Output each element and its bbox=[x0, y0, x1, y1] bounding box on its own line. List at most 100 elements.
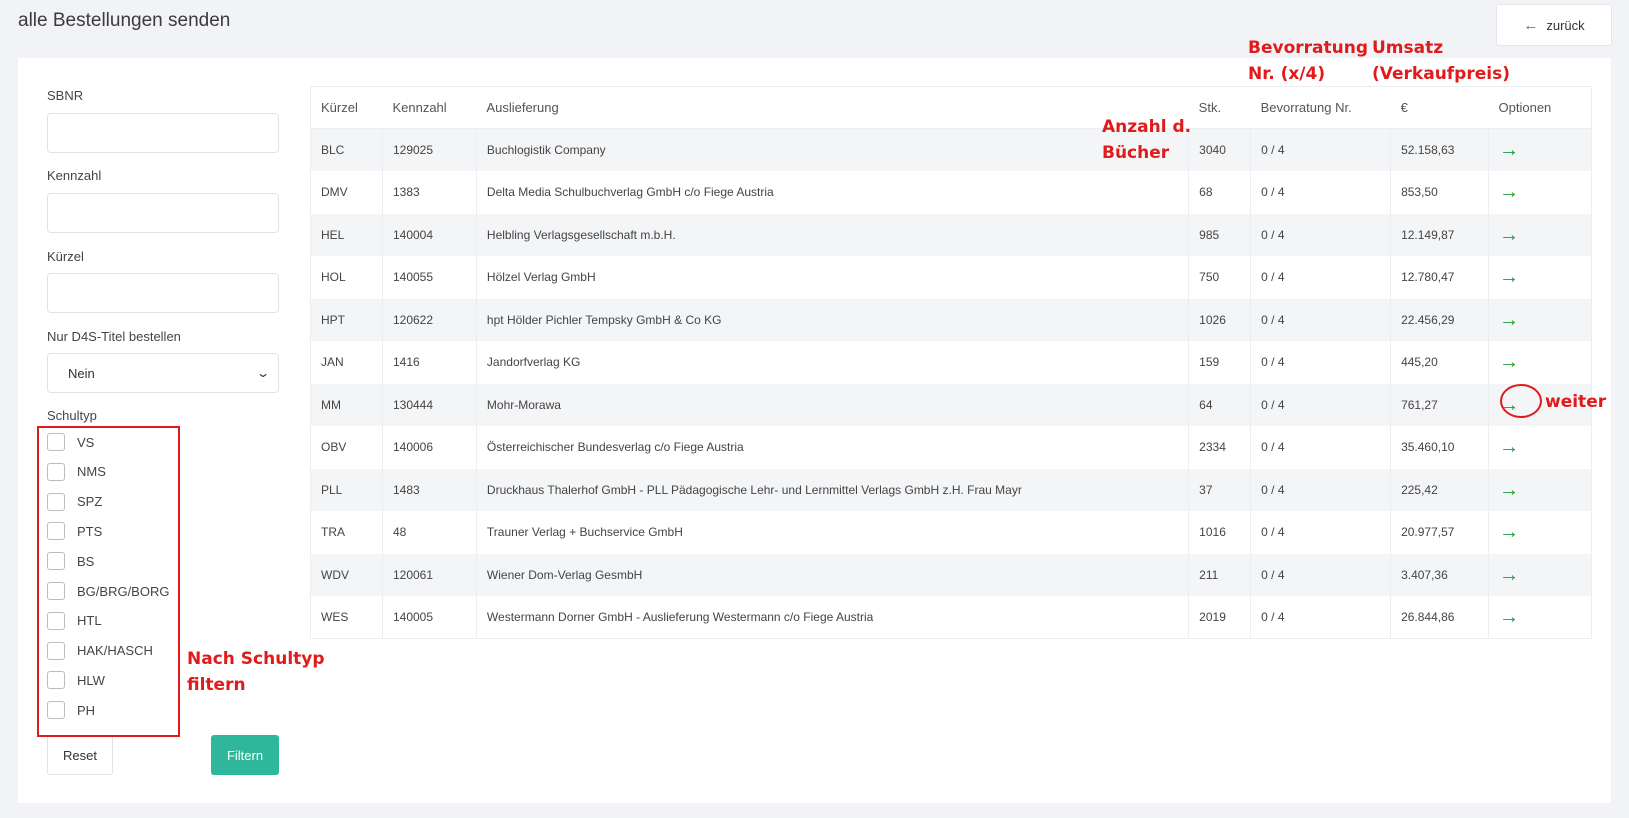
arrow-right-icon[interactable]: → bbox=[1499, 225, 1519, 245]
table-cell: 750 bbox=[1188, 256, 1252, 299]
options-cell: → bbox=[1489, 171, 1592, 214]
schultyp-label: Schultyp bbox=[47, 408, 97, 423]
annotation-schultyp-line1: Nach Schultyp bbox=[187, 649, 325, 669]
column-header: Optionen bbox=[1488, 86, 1592, 129]
table-cell: BLC bbox=[310, 128, 383, 171]
annotation-schultyp-line2: filtern bbox=[187, 675, 246, 695]
table-cell: 12.780,47 bbox=[1390, 256, 1490, 299]
annotation-umsatz-line1: Umsatz bbox=[1372, 38, 1444, 58]
table-cell: Westermann Dorner GmbH - Auslieferung We… bbox=[476, 596, 1190, 639]
arrow-right-icon[interactable]: → bbox=[1499, 607, 1519, 627]
options-cell: → bbox=[1489, 469, 1592, 512]
page-title: alle Bestellungen senden bbox=[18, 10, 231, 31]
options-cell: → bbox=[1489, 341, 1592, 384]
table-cell: 140004 bbox=[382, 213, 477, 256]
arrow-right-icon[interactable]: → bbox=[1499, 437, 1519, 457]
annotation-bevorratung-line1: Bevorratung bbox=[1248, 38, 1368, 58]
table-cell: 853,50 bbox=[1390, 171, 1490, 214]
table-cell: 140055 bbox=[382, 256, 477, 299]
table-cell: 0 / 4 bbox=[1250, 511, 1392, 554]
arrow-right-icon[interactable]: → bbox=[1499, 140, 1519, 160]
table-row: OBV 140006 Österreichischer Bundesverlag c… bbox=[310, 426, 1592, 469]
table-cell: 1026 bbox=[1188, 298, 1252, 341]
d4s-select[interactable]: Nein ⌄ bbox=[47, 353, 279, 393]
table-row: WES 140005 Westermann Dorner GmbH - Auslie… bbox=[310, 596, 1592, 639]
table-cell: 445,20 bbox=[1390, 341, 1490, 384]
options-cell: → bbox=[1489, 214, 1592, 257]
table-row: HOL 140055 Hölzel Verlag GmbH 750 0 / 4 12.78… bbox=[310, 256, 1592, 299]
filter-button[interactable]: Filtern bbox=[211, 735, 279, 775]
arrow-right-icon[interactable]: → bbox=[1499, 310, 1519, 330]
table-cell: Österreichischer Bundesverlag c/o Fiege … bbox=[476, 426, 1190, 469]
annotation-bevorratung: Bevorratung Nr. (x/4) bbox=[1248, 35, 1368, 87]
chevron-down-icon: ⌄ bbox=[255, 366, 271, 380]
arrow-right-icon[interactable]: → bbox=[1499, 267, 1519, 287]
reset-button[interactable]: Reset bbox=[47, 735, 113, 775]
back-label: zurück bbox=[1546, 17, 1585, 33]
table-cell: 0 / 4 bbox=[1250, 341, 1392, 384]
options-cell: → bbox=[1489, 426, 1592, 469]
schultyp-annotation-box bbox=[37, 426, 180, 737]
table-cell: PLL bbox=[310, 468, 383, 511]
table-cell: Jandorfverlag KG bbox=[476, 341, 1190, 384]
table-cell: 140006 bbox=[382, 426, 477, 469]
table-cell: 0 / 4 bbox=[1250, 383, 1392, 426]
annotation-anzahl-line2: Bücher bbox=[1102, 143, 1170, 163]
kuerzel-label: Kürzel bbox=[47, 249, 84, 264]
table-cell: 26.844,86 bbox=[1390, 596, 1490, 639]
table-cell: WES bbox=[310, 596, 383, 639]
table-cell: Buchlogistik Company bbox=[476, 128, 1190, 171]
column-header: Stk. bbox=[1188, 86, 1251, 129]
table-cell: 120622 bbox=[382, 298, 477, 341]
arrow-left-icon: ← bbox=[1523, 16, 1539, 34]
table-row: TRA 48 Trauner Verlag + Buchservice GmbH 10… bbox=[310, 511, 1592, 554]
orders-table: Kürzel Kennzahl Auslieferung Stk. Bevorratun… bbox=[310, 86, 1592, 639]
table-cell: 3040 bbox=[1188, 128, 1252, 171]
table-row: PLL 1483 Druckhaus Thalerhof GmbH - PLL Pä… bbox=[310, 468, 1592, 512]
options-cell: → bbox=[1489, 511, 1592, 554]
annotation-schultyp: Nach Schultyp filtern bbox=[187, 646, 325, 698]
table-row: MM 130444 Mohr-Morawa 64 0 / 4 761,27 → bbox=[310, 383, 1592, 426]
table-cell: HPT bbox=[310, 298, 383, 341]
table-cell: DMV bbox=[310, 171, 383, 214]
table-row: JAN 1416 Jandorfverlag KG 159 0 / 4 445,20 → bbox=[310, 341, 1592, 384]
kuerzel-input[interactable] bbox=[47, 273, 279, 313]
table-cell: HOL bbox=[310, 256, 383, 299]
annotation-bevorratung-line2: Nr. (x/4) bbox=[1248, 64, 1326, 84]
column-header: € bbox=[1390, 86, 1489, 129]
d4s-label: Nur D4S-Titel bestellen bbox=[47, 329, 181, 344]
table-cell: Druckhaus Thalerhof GmbH - PLL Pädagogis… bbox=[476, 468, 1190, 511]
table-cell: 1383 bbox=[382, 171, 477, 214]
table-row: HEL 140004 Helbling Verlagsgesellschaft m.… bbox=[310, 213, 1592, 257]
sbnr-input[interactable] bbox=[47, 113, 279, 153]
table-cell: 2019 bbox=[1188, 596, 1252, 639]
table-cell: 225,42 bbox=[1390, 468, 1490, 511]
table-cell: 1483 bbox=[382, 468, 477, 511]
arrow-right-icon[interactable]: → bbox=[1499, 352, 1519, 372]
table-cell: MM bbox=[310, 383, 383, 426]
table-cell: OBV bbox=[310, 426, 383, 469]
table-cell: 1016 bbox=[1188, 511, 1252, 554]
arrow-right-icon[interactable]: → bbox=[1499, 565, 1519, 585]
table-cell: 0 / 4 bbox=[1250, 426, 1392, 469]
table-cell: 12.149,87 bbox=[1390, 213, 1490, 256]
arrow-right-icon[interactable]: → bbox=[1499, 182, 1519, 202]
table-cell: 129025 bbox=[382, 128, 477, 171]
annotation-weiter: weiter bbox=[1545, 392, 1607, 412]
table-cell: 0 / 4 bbox=[1250, 256, 1392, 299]
arrow-right-icon[interactable]: → bbox=[1499, 480, 1519, 500]
table-cell: Mohr-Morawa bbox=[476, 383, 1190, 426]
table-cell: 20.977,57 bbox=[1390, 511, 1490, 554]
back-button[interactable]: ← zurück bbox=[1496, 4, 1612, 46]
table-cell: 68 bbox=[1188, 171, 1252, 214]
table-cell: 48 bbox=[382, 511, 477, 554]
sbnr-label: SBNR bbox=[47, 88, 84, 103]
table-row: BLC 129025 Buchlogistik Company 3040 0 / 4 52… bbox=[310, 128, 1592, 171]
options-cell: → bbox=[1489, 256, 1592, 299]
options-cell: → bbox=[1489, 554, 1592, 597]
column-header: Auslieferung bbox=[476, 86, 1189, 129]
arrow-right-icon[interactable]: → bbox=[1499, 522, 1519, 542]
kennzahl-input[interactable] bbox=[47, 193, 279, 233]
table-cell: 120061 bbox=[382, 553, 477, 596]
table-cell: 2334 bbox=[1188, 426, 1252, 469]
